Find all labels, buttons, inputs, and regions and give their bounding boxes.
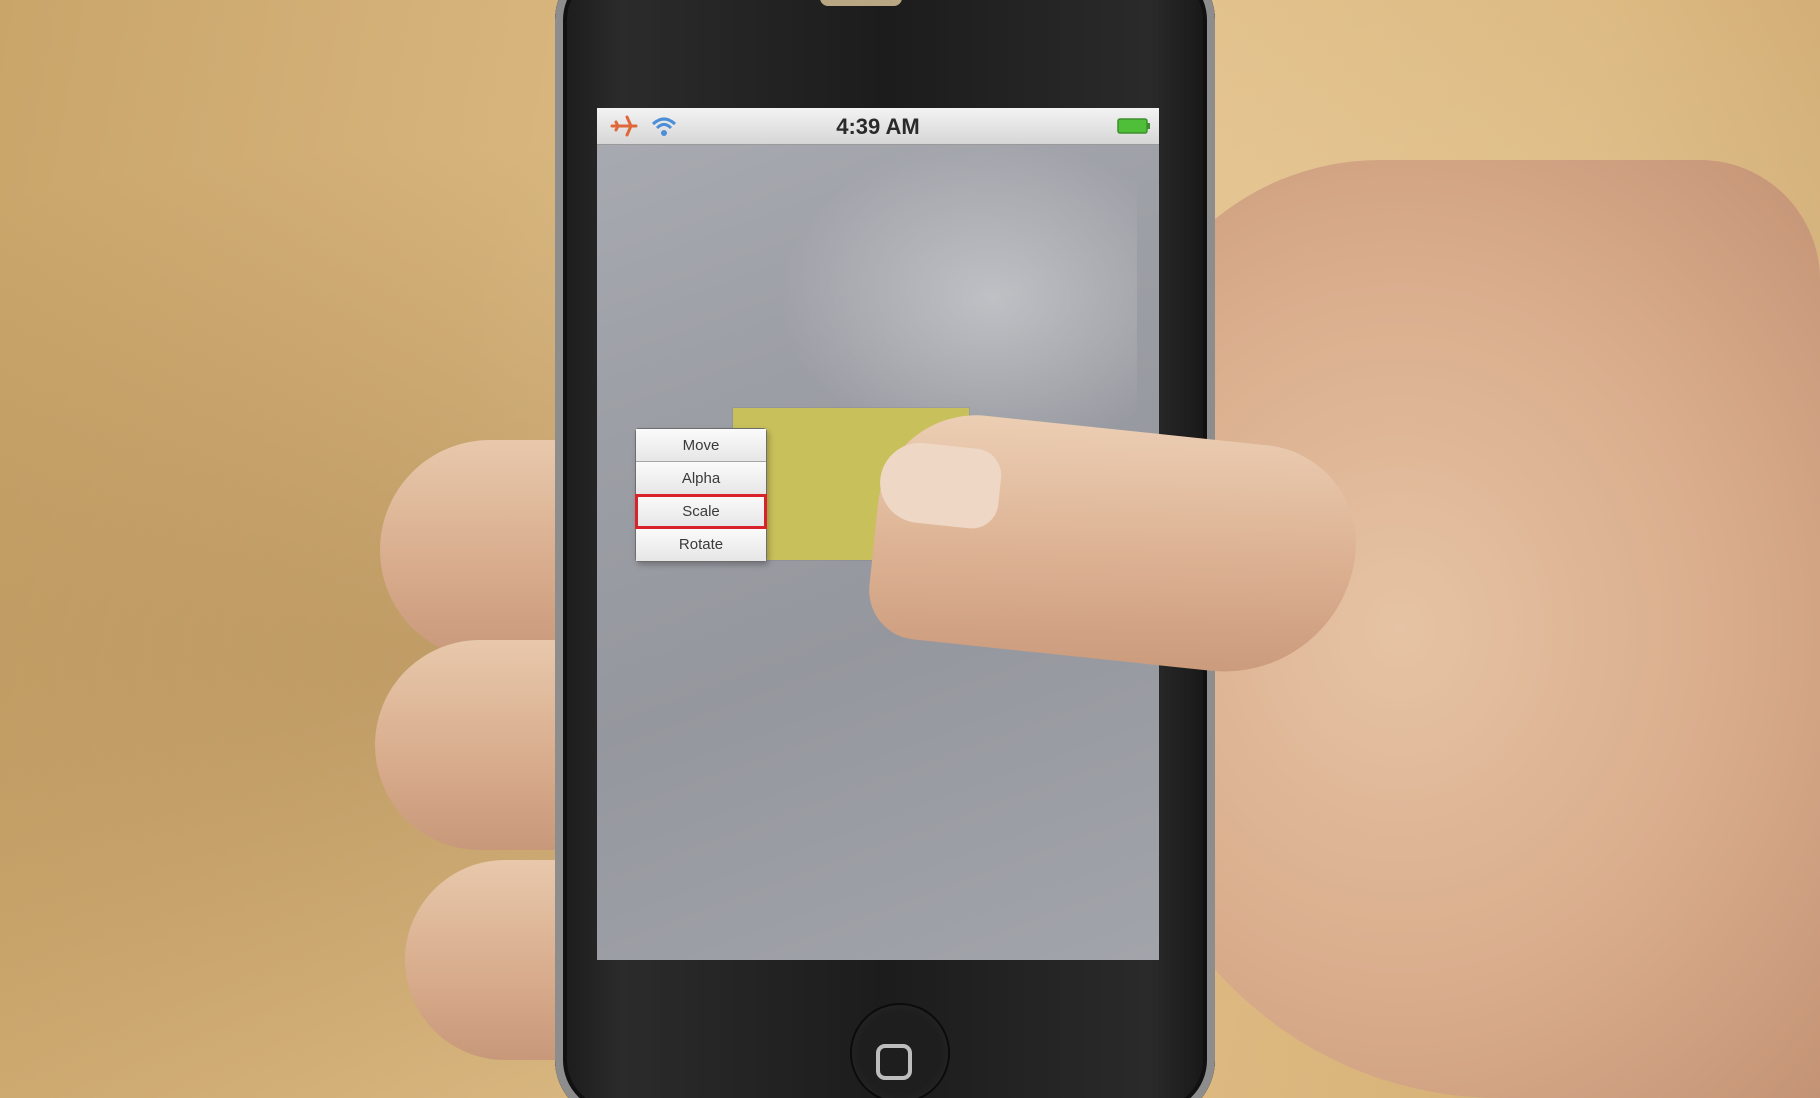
menu-item-rotate[interactable]: Rotate xyxy=(636,528,766,561)
transform-menu: Move Alpha Scale Rotate xyxy=(635,428,767,562)
status-time: 4:39 AM xyxy=(836,114,920,139)
earpiece-speaker xyxy=(820,0,902,6)
menu-item-move[interactable]: Move xyxy=(636,429,766,462)
photo-scene: 4:39 AM Move Alpha Scale Rotate xyxy=(0,0,1820,1098)
battery-icon xyxy=(1117,118,1150,134)
menu-item-scale[interactable]: Scale xyxy=(635,494,767,529)
menu-item-alpha[interactable]: Alpha xyxy=(636,462,766,495)
status-bar: 4:39 AM xyxy=(597,108,1159,145)
home-square-icon xyxy=(876,1044,912,1080)
